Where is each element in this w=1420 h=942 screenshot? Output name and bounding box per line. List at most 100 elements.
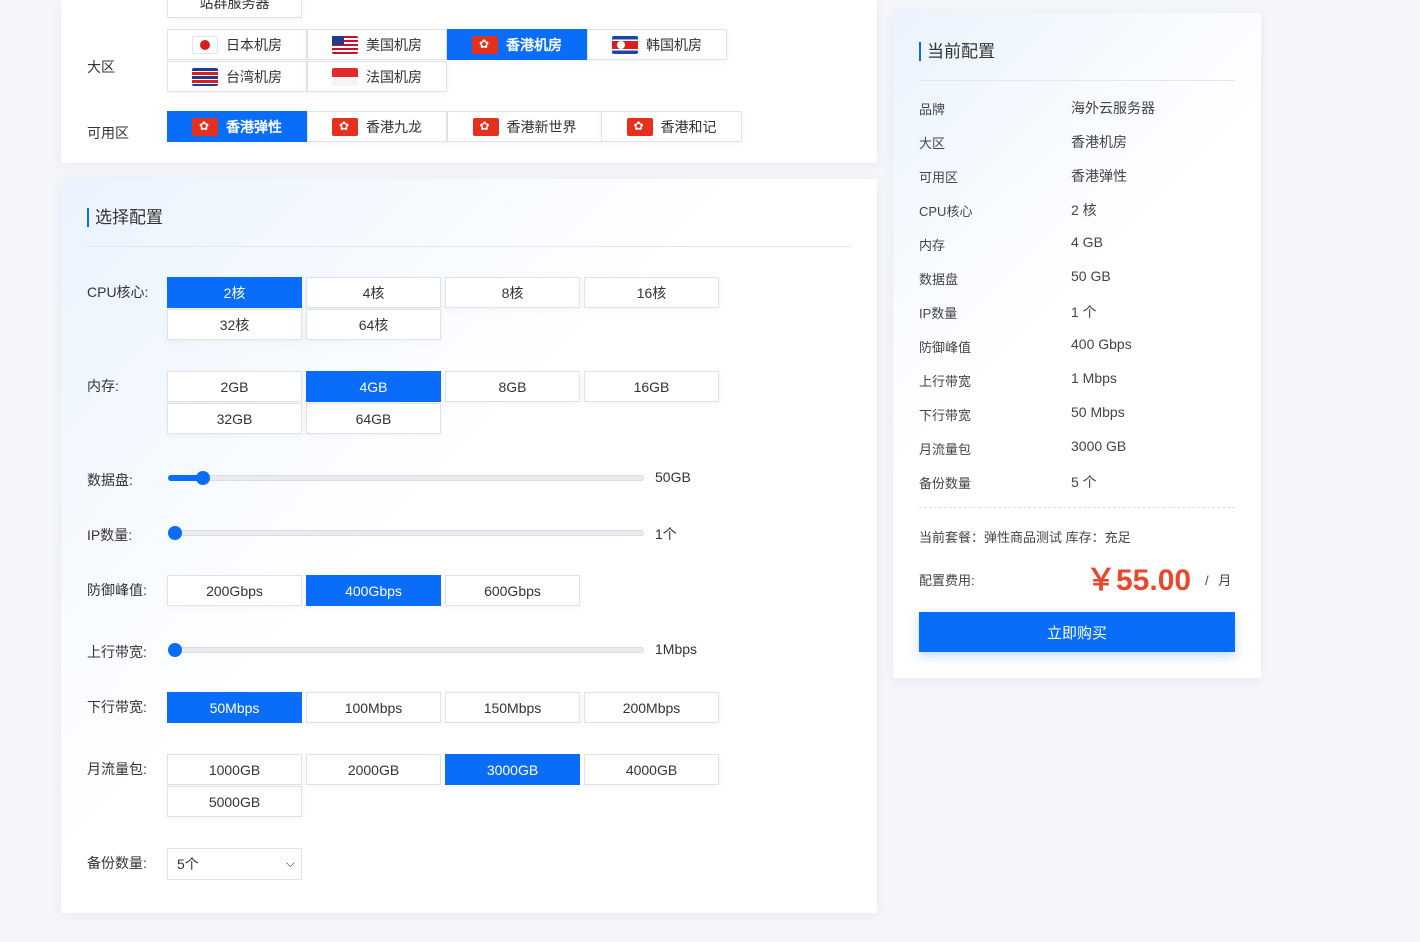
- hongkong-flag-icon: [192, 117, 218, 136]
- summary-row-key: 防御峰值: [919, 340, 972, 355]
- traffic-option-3000[interactable]: 3000GB: [445, 754, 580, 785]
- ip-label: IP数量:: [87, 527, 133, 543]
- summary-divider: [919, 80, 1235, 81]
- backup-label: 备份数量:: [87, 855, 147, 871]
- traffic-option-5000[interactable]: 5000GB: [167, 786, 302, 817]
- summary-row-value: 2 核: [1071, 202, 1097, 218]
- summary-row-value: 1 Mbps: [1071, 370, 1117, 386]
- hongkong-flag-icon: [626, 117, 653, 136]
- zone-option-hk-elastic[interactable]: 香港弹性: [167, 111, 307, 142]
- traffic-option-1000[interactable]: 1000GB: [167, 754, 302, 785]
- cpu-option-4[interactable]: 4核: [306, 277, 441, 308]
- cpu-label: CPU核心:: [87, 284, 149, 300]
- ip-slider-thumb[interactable]: [168, 526, 182, 540]
- ddos-option-600[interactable]: 600Gbps: [445, 575, 580, 606]
- usa-flag-icon: [332, 35, 358, 54]
- download-option-50[interactable]: 50Mbps: [167, 692, 302, 723]
- traffic-option-2000[interactable]: 2000GB: [306, 754, 441, 785]
- summary-row-value: 香港弹性: [1071, 168, 1127, 184]
- traffic-option-4000[interactable]: 4000GB: [584, 754, 719, 785]
- memory-label: 内存:: [87, 378, 119, 394]
- package-info: 当前套餐：弹性商品测试 库存：充足: [919, 530, 1131, 545]
- disk-label: 数据盘:: [87, 472, 133, 488]
- summary-row-key: IP数量: [919, 306, 958, 321]
- traffic-label: 月流量包:: [87, 761, 147, 777]
- hongkong-flag-icon: [332, 117, 358, 136]
- price-value: ￥55.00: [1086, 564, 1192, 597]
- chevron-down-icon: ⌵: [285, 856, 295, 870]
- summary-row-key: 下行带宽: [919, 408, 972, 423]
- download-option-200[interactable]: 200Mbps: [584, 692, 719, 723]
- hongkong-flag-icon: [472, 35, 498, 54]
- download-option-100[interactable]: 100Mbps: [306, 692, 441, 723]
- zone-label: 可用区: [87, 125, 129, 141]
- ddos-option-400[interactable]: 400Gbps: [306, 575, 441, 606]
- summary-row-key: 上行带宽: [919, 374, 972, 389]
- download-option-150[interactable]: 150Mbps: [445, 692, 580, 723]
- summary-row-key: 可用区: [919, 170, 959, 185]
- disk-slider-track[interactable]: [168, 475, 644, 481]
- summary-row-key: CPU核心: [919, 204, 973, 219]
- cpu-option-2[interactable]: 2核: [167, 277, 302, 308]
- option-site-group-server[interactable]: 站群服务器: [167, 0, 302, 18]
- summary-row-key: 大区: [919, 136, 946, 151]
- memory-option-64gb[interactable]: 64GB: [306, 403, 441, 434]
- ip-value: 1个: [655, 526, 677, 542]
- memory-option-16gb[interactable]: 16GB: [584, 371, 719, 402]
- region-option-france[interactable]: 法国机房: [307, 61, 447, 92]
- upload-label: 上行带宽:: [87, 644, 147, 660]
- summary-row-key: 内存: [919, 238, 946, 253]
- fee-label: 配置费用:: [919, 573, 975, 588]
- summary-row-value: 海外云服务器: [1071, 100, 1155, 116]
- memory-option-32gb[interactable]: 32GB: [167, 403, 302, 434]
- ddos-label: 防御峰值:: [87, 582, 147, 598]
- summary-row-value: 香港机房: [1071, 134, 1127, 150]
- region-option-hongkong[interactable]: 香港机房: [447, 29, 587, 60]
- region-option-usa[interactable]: 美国机房: [307, 29, 447, 60]
- disk-slider-thumb[interactable]: [195, 471, 210, 485]
- summary-row-key: 备份数量: [919, 476, 972, 491]
- hongkong-flag-icon: [472, 117, 499, 136]
- price-unit: / 月: [1205, 573, 1232, 588]
- backup-selected-value: 5个: [177, 856, 199, 872]
- ddos-option-200[interactable]: 200Gbps: [167, 575, 302, 606]
- zone-option-hk-hutchison[interactable]: 香港和记: [601, 111, 742, 142]
- backup-select[interactable]: 5个 ⌵: [167, 848, 302, 880]
- summary-row-value: 50 GB: [1071, 268, 1111, 284]
- taiwan-flag-icon: [192, 67, 218, 86]
- summary-row-value: 1 个: [1071, 304, 1097, 320]
- japan-flag-icon: [192, 35, 218, 54]
- upload-slider-track[interactable]: [168, 647, 644, 653]
- memory-option-2gb[interactable]: 2GB: [167, 371, 302, 402]
- summary-row-value: 5 个: [1071, 474, 1097, 490]
- cpu-option-16[interactable]: 16核: [584, 277, 719, 308]
- cpu-option-32[interactable]: 32核: [167, 309, 302, 340]
- config-divider: [87, 246, 851, 247]
- zone-option-hk-newworld[interactable]: 香港新世界: [447, 111, 602, 142]
- cpu-option-64[interactable]: 64核: [306, 309, 441, 340]
- france-flag-icon: [332, 67, 358, 86]
- summary-row-value: 400 Gbps: [1071, 336, 1132, 352]
- zone-option-hk-kowloon[interactable]: 香港九龙: [307, 111, 447, 142]
- summary-row-key: 品牌: [919, 102, 946, 117]
- summary-row-key: 月流量包: [919, 442, 972, 457]
- region-option-taiwan[interactable]: 台湾机房: [167, 61, 307, 92]
- cpu-option-8[interactable]: 8核: [445, 277, 580, 308]
- disk-value: 50GB: [655, 469, 691, 485]
- summary-row-key: 数据盘: [919, 272, 959, 287]
- region-option-japan[interactable]: 日本机房: [167, 29, 307, 60]
- korea-flag-icon: [612, 35, 638, 54]
- upload-value: 1Mbps: [655, 641, 698, 657]
- download-label: 下行带宽:: [87, 699, 147, 715]
- upload-slider-thumb[interactable]: [168, 643, 182, 657]
- config-title: 选择配置: [87, 208, 163, 227]
- buy-now-button[interactable]: 立即购买: [919, 612, 1235, 652]
- summary-row-value: 4 GB: [1071, 234, 1103, 250]
- region-option-korea[interactable]: 韩国机房: [587, 29, 727, 60]
- memory-option-4gb[interactable]: 4GB: [306, 371, 441, 402]
- summary-dashed-divider: [919, 507, 1235, 508]
- summary-title: 当前配置: [919, 42, 995, 61]
- memory-option-8gb[interactable]: 8GB: [445, 371, 580, 402]
- region-label: 大区: [87, 59, 115, 75]
- ip-slider-track[interactable]: [168, 530, 644, 536]
